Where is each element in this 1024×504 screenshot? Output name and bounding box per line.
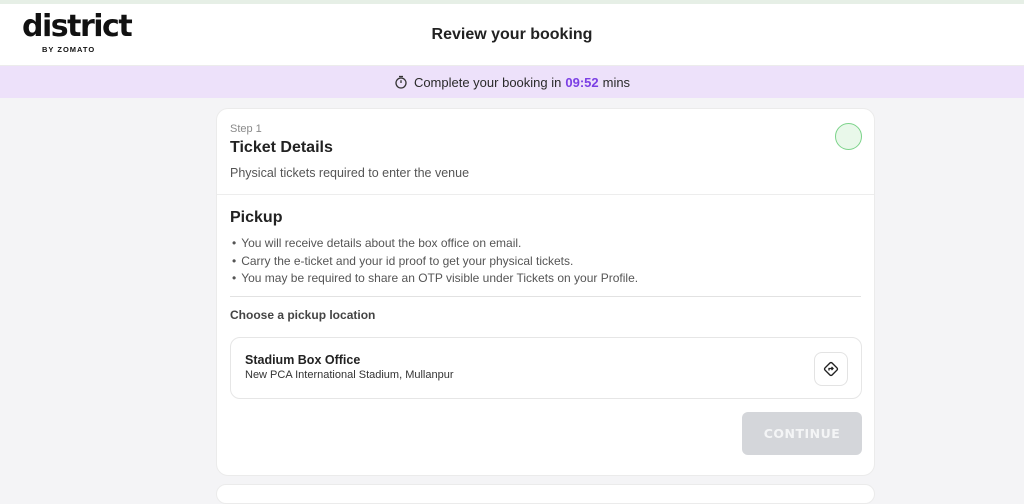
timer-suffix: mins bbox=[602, 74, 631, 90]
ticket-details-card: Step 1 Ticket Details Physical tickets r… bbox=[216, 108, 875, 476]
divider bbox=[217, 194, 874, 195]
location-name: Stadium Box Office bbox=[245, 353, 361, 367]
logo-subtext: BY ZOMATO bbox=[42, 45, 96, 54]
pickup-location-option[interactable]: Stadium Box Office New PCA International… bbox=[230, 337, 862, 399]
directions-icon bbox=[823, 361, 839, 377]
pickup-instructions: You will receive details about the box o… bbox=[232, 235, 638, 288]
list-item: Carry the e-ticket and your id proof to … bbox=[232, 253, 638, 271]
list-item: You may be required to share an OTP visi… bbox=[232, 270, 638, 288]
timer-prefix: Complete your booking in bbox=[413, 74, 562, 90]
choose-location-label: Choose a pickup location bbox=[230, 308, 376, 322]
header: district BY ZOMATO Review your booking bbox=[0, 4, 1024, 66]
list-item: You will receive details about the box o… bbox=[232, 235, 638, 253]
continue-button[interactable]: CONTINUE bbox=[742, 412, 862, 455]
divider bbox=[230, 296, 861, 297]
directions-button[interactable] bbox=[814, 352, 848, 386]
page-title: Review your booking bbox=[431, 26, 593, 43]
stopwatch-icon bbox=[394, 75, 408, 89]
booking-timer-bar: Complete your booking in 09:52 mins bbox=[0, 66, 1024, 98]
ticket-details-subtitle: Physical tickets required to enter the v… bbox=[230, 166, 470, 180]
pickup-title: Pickup bbox=[230, 209, 283, 226]
status-circle-icon bbox=[835, 123, 862, 150]
location-address: New PCA International Stadium, Mullanpur bbox=[245, 369, 454, 381]
timer-countdown: 09:52 bbox=[565, 74, 599, 90]
ticket-details-title: Ticket Details bbox=[230, 139, 333, 156]
next-step-card bbox=[216, 484, 875, 504]
step-label: Step 1 bbox=[230, 123, 262, 135]
